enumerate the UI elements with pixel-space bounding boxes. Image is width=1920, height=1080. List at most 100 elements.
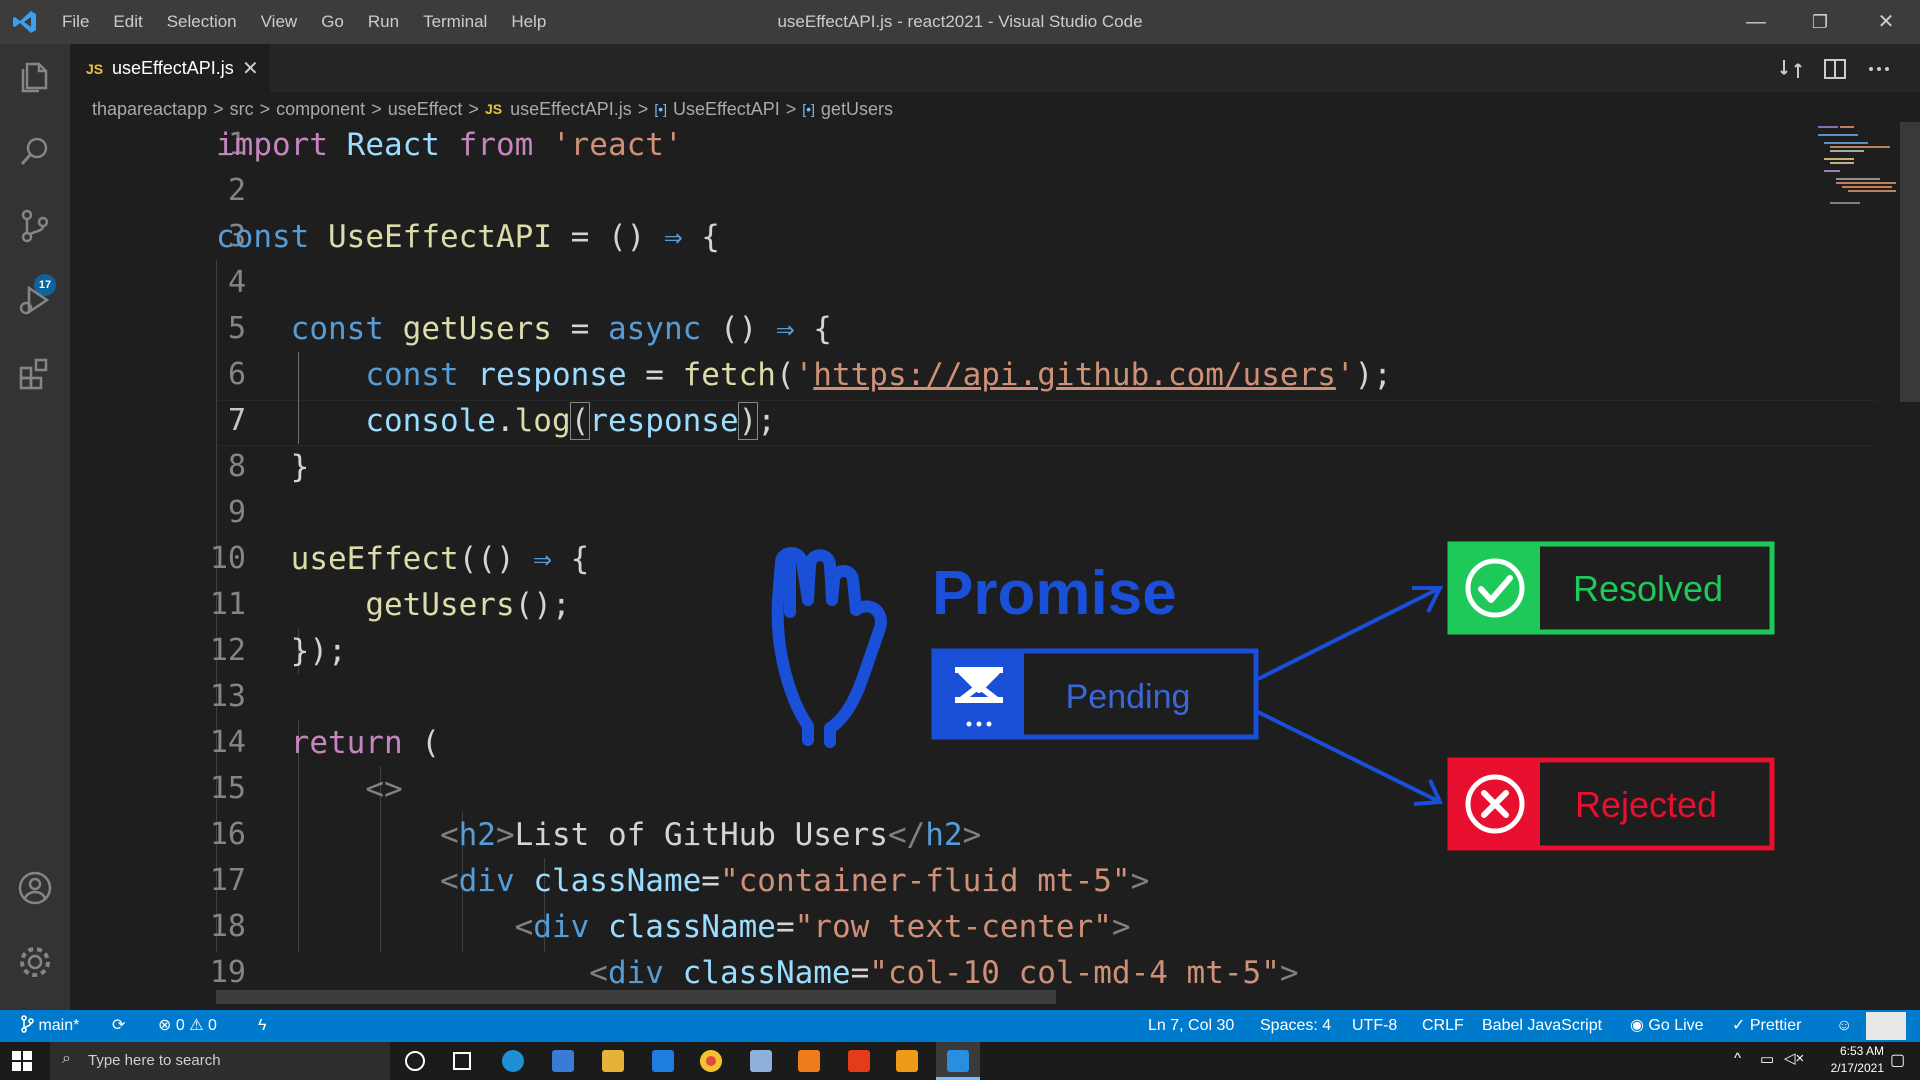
source-control-icon[interactable] — [15, 206, 55, 246]
lightning-icon[interactable]: ϟ — [258, 1010, 266, 1042]
gear-icon[interactable] — [15, 942, 55, 982]
chrome-icon[interactable] — [700, 1050, 722, 1072]
menu-file[interactable]: File — [50, 12, 101, 32]
breadcrumb-symbol[interactable]: UseEffectAPI — [673, 99, 780, 120]
more-actions-icon[interactable] — [1866, 56, 1892, 82]
store-icon[interactable] — [552, 1050, 574, 1072]
code-line: return ( — [290, 725, 440, 761]
breadcrumb-item[interactable]: useEffect — [388, 99, 463, 120]
vscode-taskbar-button[interactable] — [936, 1042, 980, 1080]
breadcrumb-file[interactable]: useEffectAPI.js — [510, 99, 632, 120]
clock-date: 2/17/2021 — [1830, 1061, 1884, 1075]
warning-icon: ⚠ — [189, 1017, 204, 1034]
menu-run[interactable]: Run — [356, 12, 411, 32]
symbol-variable-icon: [•] — [654, 101, 667, 117]
code-line: const getUsers = async () ⇒ { — [290, 311, 832, 347]
branch-indicator[interactable]: main* — [20, 1010, 79, 1042]
check-icon: ✓ — [1732, 1017, 1746, 1034]
end-of-line[interactable]: CRLF — [1422, 1010, 1464, 1042]
office-icon[interactable] — [848, 1050, 870, 1072]
code-line: }); — [216, 633, 347, 669]
code-line: getUsers(); — [365, 587, 571, 623]
menu-go[interactable]: Go — [309, 12, 356, 32]
tray-chevron-icon[interactable]: ^ — [1734, 1050, 1741, 1067]
activity-bar: 17 — [0, 44, 70, 1010]
close-window-button[interactable]: ✕ — [1856, 0, 1916, 44]
breadcrumb-symbol[interactable]: getUsers — [821, 99, 893, 120]
line-number: 4 — [227, 265, 246, 300]
taskbar-search[interactable]: ⌕ Type here to search — [50, 1042, 390, 1080]
code-line: <h2>List of GitHub Users</h2> — [439, 817, 982, 853]
clock-time: 6:53 AM — [1839, 1044, 1884, 1058]
open-changes-icon[interactable] — [1778, 56, 1804, 82]
breadcrumb-item[interactable]: component — [276, 99, 365, 120]
menu-help[interactable]: Help — [499, 12, 558, 32]
notepad-icon[interactable] — [750, 1050, 772, 1072]
branch-icon — [21, 1015, 34, 1033]
taskbar: ⌕ Type here to search ^ ▭ ◁× 6:53 AM 2/1… — [0, 1042, 1920, 1080]
network-icon[interactable]: ▭ — [1760, 1050, 1774, 1068]
volume-icon[interactable]: ◁× — [1784, 1049, 1804, 1067]
sync-icon[interactable]: ⟳ — [112, 1010, 125, 1042]
windows-start-icon[interactable] — [12, 1051, 32, 1071]
search-icon[interactable] — [15, 132, 55, 172]
menu-view[interactable]: View — [249, 12, 310, 32]
prettier-label: Prettier — [1749, 1017, 1802, 1034]
code-editor[interactable]: 1 2 3 4 5 6 7 8 9 10 11 12 13 14 15 16 17 18 19 import Rea… — [70, 122, 1900, 1010]
status-bar: main* ⟳ ⊗ 0 ⚠ 0 ϟ Ln 7, Col 30 Spaces: 4… — [0, 1010, 1920, 1042]
clock[interactable]: 6:53 AM 2/17/2021 — [1820, 1043, 1884, 1077]
problems-indicator[interactable]: ⊗ 0 ⚠ 0 — [158, 1010, 217, 1042]
menu-bar: File Edit Selection View Go Run Terminal… — [50, 0, 558, 44]
tab-bar: JS useEffectAPI.js ✕ — [70, 44, 1920, 93]
minimize-button[interactable]: — — [1726, 0, 1786, 44]
sublime-icon[interactable] — [896, 1050, 918, 1072]
notifications-icon[interactable]: ▢ — [1890, 1050, 1905, 1070]
indentation[interactable]: Spaces: 4 — [1260, 1010, 1331, 1042]
run-debug-icon[interactable] — [15, 280, 55, 320]
code-line: useEffect(() ⇒ { — [290, 541, 590, 577]
breadcrumb-separator: > — [637, 98, 649, 119]
code-line: console.log(response); — [365, 402, 776, 440]
vertical-scrollbar[interactable] — [1900, 122, 1920, 402]
menu-terminal[interactable]: Terminal — [411, 12, 499, 32]
language-mode[interactable]: Babel JavaScript — [1482, 1010, 1602, 1042]
tab-useeffectapi[interactable]: JS useEffectAPI.js ✕ — [70, 44, 270, 93]
explorer-icon[interactable] — [15, 56, 55, 96]
breadcrumb-separator: > — [785, 98, 797, 119]
cursor-position[interactable]: Ln 7, Col 30 — [1148, 1010, 1234, 1042]
restore-button[interactable]: ❐ — [1790, 0, 1850, 44]
xampp-icon[interactable] — [798, 1050, 820, 1072]
menu-selection[interactable]: Selection — [155, 12, 249, 32]
search-icon: ⌕ — [62, 1050, 71, 1067]
split-editor-icon[interactable] — [1822, 56, 1848, 82]
breadcrumb-item[interactable]: thapareactapp — [92, 99, 207, 120]
file-explorer-icon[interactable] — [602, 1050, 624, 1072]
close-tab-icon[interactable]: ✕ — [242, 56, 259, 81]
accounts-icon[interactable] — [15, 868, 55, 908]
breadcrumb-item[interactable]: src — [230, 99, 254, 120]
minimap[interactable] — [1810, 122, 1900, 218]
breadcrumb-separator: > — [259, 98, 271, 119]
menu-edit[interactable]: Edit — [101, 12, 154, 32]
mail-icon[interactable] — [652, 1050, 674, 1072]
encoding[interactable]: UTF-8 — [1352, 1010, 1397, 1042]
horizontal-scrollbar[interactable] — [216, 990, 1056, 1004]
go-live-label: Go Live — [1648, 1017, 1704, 1034]
warning-count: 0 — [208, 1017, 217, 1034]
code-line: const response = fetch('https://api.gith… — [365, 357, 1392, 393]
code-line: <div className="container-fluid mt-5"> — [439, 863, 1150, 899]
line-number: 9 — [227, 495, 246, 530]
code-line: import React from 'react' — [216, 127, 683, 163]
vscode-taskbar-icon — [947, 1050, 969, 1072]
prettier-button[interactable]: ✓ Prettier — [1732, 1010, 1801, 1042]
error-count: 0 — [175, 1017, 185, 1034]
edge-icon[interactable] — [502, 1050, 524, 1072]
feedback-icon[interactable]: ☺ — [1836, 1010, 1852, 1042]
cortana-icon[interactable] — [405, 1051, 425, 1071]
go-live-button[interactable]: ◉ Go Live — [1630, 1010, 1704, 1042]
code-line: } — [216, 449, 310, 485]
task-view-icon[interactable] — [453, 1052, 471, 1070]
avatar — [1866, 1012, 1906, 1040]
tab-label: useEffectAPI.js — [112, 58, 234, 78]
extensions-icon[interactable] — [15, 354, 55, 394]
